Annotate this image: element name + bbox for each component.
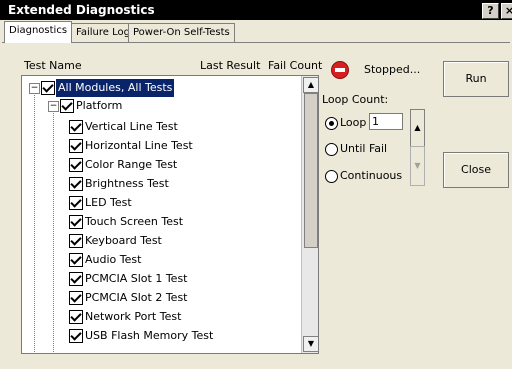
radio-continuous[interactable] xyxy=(325,170,338,183)
spin-down-button[interactable]: ▼ xyxy=(410,146,425,186)
test-label: Network Port Test xyxy=(85,310,182,323)
test-checkbox[interactable] xyxy=(69,177,83,191)
radio-until-fail-label[interactable]: Until Fail xyxy=(340,142,387,155)
scroll-down-button[interactable]: ▼ xyxy=(303,336,318,352)
column-header-fail-count: Fail Count xyxy=(268,59,323,72)
stop-icon xyxy=(331,61,349,79)
test-checkbox[interactable] xyxy=(69,329,83,343)
run-button[interactable]: Run xyxy=(443,61,509,97)
test-checkbox[interactable] xyxy=(69,234,83,248)
test-label: LED Test xyxy=(85,196,132,209)
tab-failure-log[interactable]: Failure Log xyxy=(71,23,135,42)
test-checkbox[interactable] xyxy=(69,253,83,267)
collapse-icon[interactable]: − xyxy=(29,83,40,94)
tree-guide-line xyxy=(34,92,35,353)
test-label: PCMCIA Slot 1 Test xyxy=(85,272,188,285)
spin-up-button[interactable]: ▲ xyxy=(410,109,425,147)
collapse-icon[interactable]: − xyxy=(48,101,59,112)
radio-loop[interactable] xyxy=(325,117,338,130)
test-label: Horizontal Line Test xyxy=(85,139,193,152)
test-label: Brightness Test xyxy=(85,177,169,190)
close-window-button[interactable]: × xyxy=(501,3,512,19)
test-checkbox[interactable] xyxy=(69,196,83,210)
scroll-thumb[interactable] xyxy=(304,93,318,248)
column-header-test-name: Test Name xyxy=(24,59,82,72)
test-label: USB Flash Memory Test xyxy=(85,329,214,342)
extended-diagnostics-window: Extended Diagnostics ? × Diagnostics Fai… xyxy=(0,0,512,369)
tree-label-platform: Platform xyxy=(76,99,123,112)
radio-continuous-label[interactable]: Continuous xyxy=(340,169,402,182)
test-checkbox[interactable] xyxy=(69,291,83,305)
test-label: Audio Test xyxy=(85,253,142,266)
help-button[interactable]: ? xyxy=(482,3,499,19)
test-checkbox[interactable] xyxy=(69,215,83,229)
checkbox-platform[interactable] xyxy=(60,99,74,113)
test-tree[interactable]: − All Modules, All Tests − Platform Vert… xyxy=(21,75,319,354)
test-label: Vertical Line Test xyxy=(85,120,178,133)
loop-count-input[interactable] xyxy=(369,113,403,130)
test-label: Keyboard Test xyxy=(85,234,162,247)
loop-count-label: Loop Count: xyxy=(322,93,389,106)
tree-scrollbar[interactable]: ▲ ▼ xyxy=(301,76,318,353)
test-label: PCMCIA Slot 2 Test xyxy=(85,291,188,304)
tree-label-all-modules: All Modules, All Tests xyxy=(56,79,175,97)
radio-loop-label[interactable]: Loop xyxy=(340,116,366,129)
test-checkbox[interactable] xyxy=(69,158,83,172)
window-title: Extended Diagnostics xyxy=(8,3,155,17)
column-header-last-result: Last Result xyxy=(200,59,261,72)
scroll-up-button[interactable]: ▲ xyxy=(303,77,318,93)
status-text: Stopped... xyxy=(364,63,421,76)
tab-power-on-self-tests[interactable]: Power-On Self-Tests xyxy=(128,23,235,42)
tree-guide-line xyxy=(53,110,54,353)
radio-until-fail[interactable] xyxy=(325,143,338,156)
test-checkbox[interactable] xyxy=(69,120,83,134)
test-checkbox[interactable] xyxy=(69,310,83,324)
tab-diagnostics[interactable]: Diagnostics xyxy=(4,21,73,43)
test-checkbox[interactable] xyxy=(69,272,83,286)
checkbox-all-modules[interactable] xyxy=(41,81,55,95)
close-button[interactable]: Close xyxy=(443,152,509,188)
tab-strip: Diagnostics Failure Log Power-On Self-Te… xyxy=(0,20,512,44)
test-label: Color Range Test xyxy=(85,158,178,171)
title-bar: Extended Diagnostics ? × xyxy=(0,0,512,20)
test-checkbox[interactable] xyxy=(69,139,83,153)
test-label: Touch Screen Test xyxy=(85,215,184,228)
